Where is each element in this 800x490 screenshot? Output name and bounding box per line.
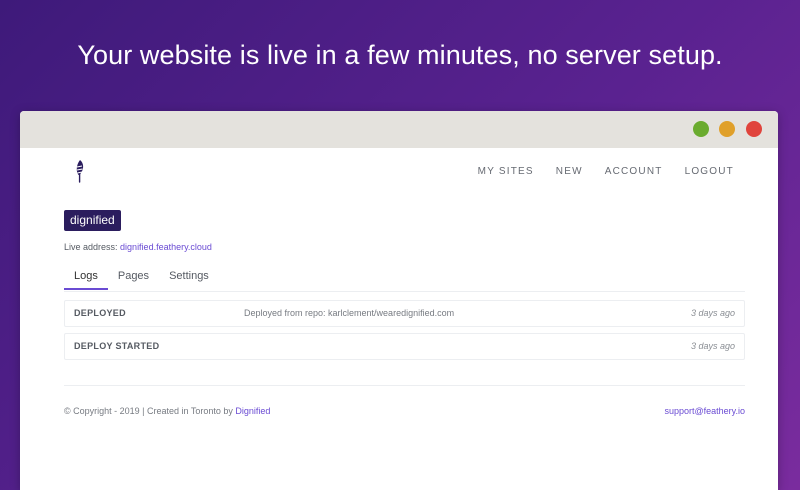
headline: Your website is live in a few minutes, n… bbox=[77, 40, 723, 70]
creator-link[interactable]: Dignified bbox=[235, 406, 270, 416]
tab-bar: Logs Pages Settings bbox=[64, 270, 219, 290]
tab-logs[interactable]: Logs bbox=[64, 270, 108, 290]
support-email-link[interactable]: support@feathery.io bbox=[664, 406, 745, 416]
log-message: Deployed from repo: karlclement/wearedig… bbox=[244, 308, 455, 318]
site-name-badge: dignified bbox=[64, 210, 121, 231]
nav-new[interactable]: NEW bbox=[556, 166, 583, 177]
log-row: DEPLOY STARTED 3 days ago bbox=[64, 333, 745, 360]
nav-my-sites[interactable]: MY SITES bbox=[478, 166, 534, 177]
tab-divider bbox=[64, 291, 745, 292]
app-content: MY SITES NEW ACCOUNT LOGOUT dignified Li… bbox=[20, 148, 778, 490]
nav-account[interactable]: ACCOUNT bbox=[605, 166, 663, 177]
footer-divider bbox=[64, 385, 745, 386]
tab-settings[interactable]: Settings bbox=[159, 270, 219, 290]
live-address-link[interactable]: dignified.feathery.cloud bbox=[120, 242, 212, 252]
window-dot-green[interactable] bbox=[693, 121, 709, 137]
footer-support: support@feathery.io bbox=[664, 406, 745, 416]
log-row: DEPLOYED Deployed from repo: karlclement… bbox=[64, 300, 745, 327]
feather-icon[interactable] bbox=[73, 159, 87, 183]
window-dot-yellow[interactable] bbox=[719, 121, 735, 137]
nav-logout[interactable]: LOGOUT bbox=[685, 166, 734, 177]
browser-window: MY SITES NEW ACCOUNT LOGOUT dignified Li… bbox=[20, 111, 778, 490]
live-address-label: Live address: bbox=[64, 242, 118, 252]
copyright-text: © Copyright - 2019 | Created in Toronto … bbox=[64, 406, 233, 416]
top-nav: MY SITES NEW ACCOUNT LOGOUT bbox=[478, 166, 734, 177]
tab-pages[interactable]: Pages bbox=[108, 270, 159, 290]
footer-copyright: © Copyright - 2019 | Created in Toronto … bbox=[64, 406, 270, 416]
log-time: 3 days ago bbox=[690, 341, 735, 351]
log-status: DEPLOYED bbox=[74, 308, 126, 318]
live-address: Live address: dignified.feathery.cloud bbox=[64, 242, 212, 252]
window-titlebar bbox=[20, 111, 778, 148]
log-time: 3 days ago bbox=[690, 308, 735, 318]
log-status: DEPLOY STARTED bbox=[74, 341, 160, 351]
window-dot-red[interactable] bbox=[746, 121, 762, 137]
